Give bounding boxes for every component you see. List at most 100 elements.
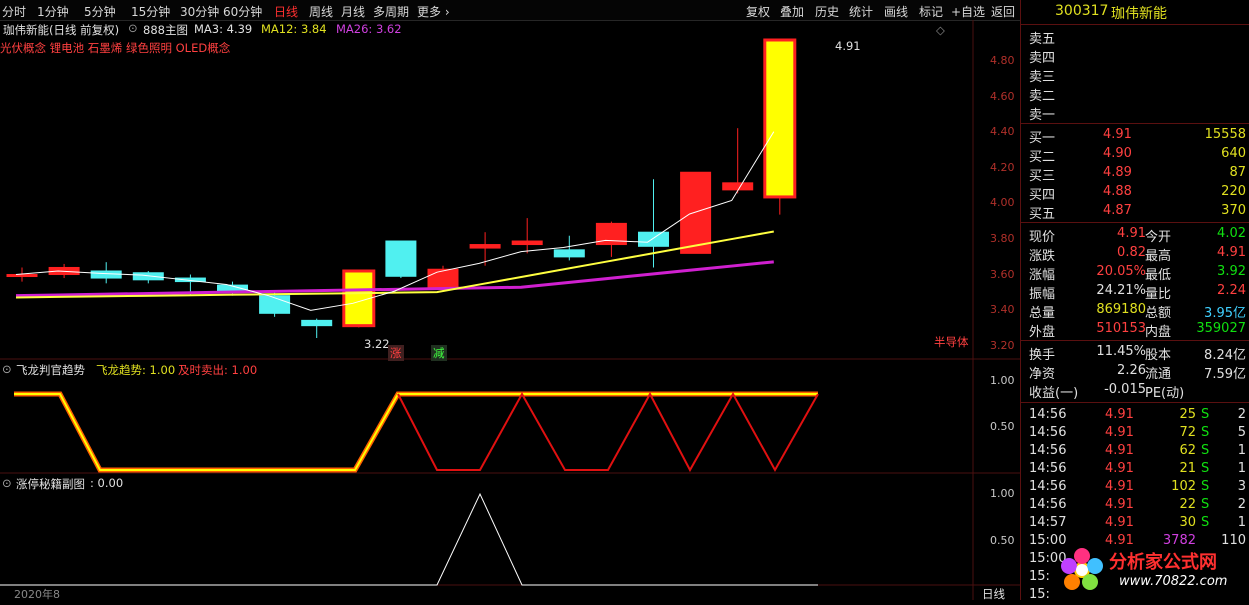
- toolbar-action-3[interactable]: 统计: [849, 3, 873, 20]
- candle-body-11: [469, 244, 501, 249]
- candle-body-0: [6, 274, 38, 278]
- sell-row-1: 卖四: [1021, 46, 1249, 66]
- stat2-val: -0.015: [1104, 382, 1146, 397]
- diamond-icon[interactable]: ◇: [936, 23, 945, 37]
- period-tab-5[interactable]: 60分钟: [223, 3, 262, 20]
- sell-label: 卖五: [1029, 32, 1056, 47]
- stat-key-2: 总额: [1145, 306, 1172, 321]
- period-tab-3[interactable]: 15分钟: [131, 3, 170, 20]
- tick-num: 1: [1237, 461, 1246, 476]
- template-name[interactable]: 888主图: [143, 22, 188, 38]
- buy-label: 买四: [1029, 188, 1056, 203]
- indicator2-value: : 0.00: [90, 476, 124, 490]
- stat-key-2: 最高: [1145, 249, 1172, 264]
- tick-time: 14:56: [1029, 479, 1067, 494]
- indicator2-name: 涨停秘籍副图: [16, 477, 85, 491]
- tick-side: S: [1201, 515, 1210, 530]
- tick-vol: 21: [1179, 461, 1196, 476]
- limitup-line: [0, 492, 818, 586]
- toolbar-action-2[interactable]: 历史: [815, 3, 839, 20]
- toolbar-action-0[interactable]: 复权: [746, 3, 770, 20]
- indicator1-trend: 飞龙趋势: 1.00: [96, 363, 176, 377]
- stat-val-2: 2.24: [1217, 283, 1246, 298]
- buy-vol: 15558: [1204, 127, 1246, 142]
- concept-tags: 光伏概念 锂电池 石墨烯 绿色照明 OLED概念: [0, 41, 231, 55]
- sell-label: 卖三: [1029, 70, 1056, 85]
- dropdown-icon[interactable]: ⊙: [128, 21, 138, 35]
- buy-vol: 640: [1221, 146, 1246, 161]
- candle-body-15: [638, 231, 669, 247]
- sell-label: 卖一: [1029, 108, 1056, 123]
- period-tab-6[interactable]: 日线: [274, 3, 298, 20]
- collapse-icon[interactable]: ⊙: [2, 362, 12, 376]
- period-tab-2[interactable]: 5分钟: [84, 3, 116, 20]
- watermark-url: www.70822.com: [1119, 574, 1228, 589]
- stat-row-2: 涨幅 20.05% 最低 3.92: [1021, 263, 1249, 283]
- ma3-label: MA3: 4.39: [194, 22, 253, 36]
- price-tick-5: 3.80: [990, 232, 1015, 245]
- buy-row-2: 买三 4.89 87: [1021, 164, 1249, 184]
- period-tab-10[interactable]: 更多 ›: [417, 3, 450, 20]
- chart-area[interactable]: 珈伟新能(日线 前复权) ⊙ 888主图 MA3: 4.39 MA12: 3.8…: [0, 20, 1020, 601]
- stat-val-2: 359027: [1196, 321, 1246, 336]
- ind2-axis-05: 0.50: [990, 534, 1015, 547]
- buy-vol: 87: [1229, 165, 1246, 180]
- toolbar-action-4[interactable]: 画线: [884, 3, 908, 20]
- tick-num: 2: [1237, 497, 1246, 512]
- divider: [1021, 340, 1249, 341]
- watermark-text: 分析家公式网: [1109, 552, 1217, 573]
- period-tab-9[interactable]: 多周期: [373, 3, 409, 20]
- tick-num: 5: [1237, 425, 1246, 440]
- stat2-key-2: PE(动): [1145, 386, 1185, 401]
- stat-key: 涨幅: [1029, 268, 1056, 283]
- stat-row-1: 涨跌 0.82 最高 4.91: [1021, 244, 1249, 264]
- divider: [1021, 24, 1249, 25]
- divider: [1021, 123, 1249, 124]
- tick-side: S: [1201, 497, 1210, 512]
- tick-vol: 62: [1179, 443, 1196, 458]
- ma12-label: MA12: 3.84: [261, 22, 327, 36]
- sell-line: [397, 391, 819, 473]
- toolbar-action-6[interactable]: +自选: [951, 3, 985, 20]
- toolbar-action-1[interactable]: 叠加: [780, 3, 804, 20]
- period-tab-0[interactable]: 分时: [2, 3, 26, 20]
- period-tab-1[interactable]: 1分钟: [37, 3, 69, 20]
- tick-vol: 25: [1179, 407, 1196, 422]
- tick-num: 3: [1237, 479, 1246, 494]
- candle-body-3: [132, 272, 164, 281]
- stat2-key: 收益(一): [1029, 386, 1079, 401]
- stat-key: 振幅: [1029, 287, 1056, 302]
- tick-price: 4.91: [1105, 425, 1134, 440]
- stat-row-5: 外盘 510153 内盘 359027: [1021, 320, 1249, 340]
- collapse-icon-2[interactable]: ⊙: [2, 476, 12, 490]
- kline-chart[interactable]: [0, 20, 1020, 600]
- period-tab-4[interactable]: 30分钟: [180, 3, 219, 20]
- stat-row-0: 现价 4.91 今开 4.02: [1021, 225, 1249, 245]
- flower-logo-icon: [1061, 548, 1103, 590]
- candle-body-16: [680, 171, 712, 254]
- price-tick-7: 3.40: [990, 303, 1015, 316]
- tick-side: S: [1201, 461, 1210, 476]
- tick-time: 14:56: [1029, 443, 1067, 458]
- stat-val: 0.82: [1117, 245, 1146, 260]
- buy-label: 买三: [1029, 169, 1056, 184]
- candle-body-6: [259, 295, 291, 314]
- price-tick-1: 4.60: [990, 90, 1015, 103]
- tick-num: 2: [1237, 407, 1246, 422]
- buy-price: 4.89: [1103, 165, 1132, 180]
- stat-val: 4.91: [1117, 226, 1146, 241]
- stock-name: 珈伟新能: [1111, 6, 1167, 22]
- stat-key: 外盘: [1029, 325, 1056, 340]
- toolbar-action-5[interactable]: 标记: [919, 3, 943, 20]
- stat2-val-2: 8.24亿: [1204, 348, 1246, 363]
- period-tab-7[interactable]: 周线: [309, 3, 333, 20]
- candle-body-7: [301, 319, 333, 327]
- sell-row-4: 卖一: [1021, 103, 1249, 123]
- toolbar-action-7[interactable]: 返回: [991, 3, 1015, 20]
- tick-vol: 30: [1179, 515, 1196, 530]
- stat-key: 总量: [1029, 306, 1056, 321]
- indicator1-sell: 及时卖出: 1.00: [178, 363, 258, 377]
- ind1-axis-05: 0.50: [990, 420, 1015, 433]
- period-tab-8[interactable]: 月线: [341, 3, 365, 20]
- ind2-axis-1: 1.00: [990, 487, 1015, 500]
